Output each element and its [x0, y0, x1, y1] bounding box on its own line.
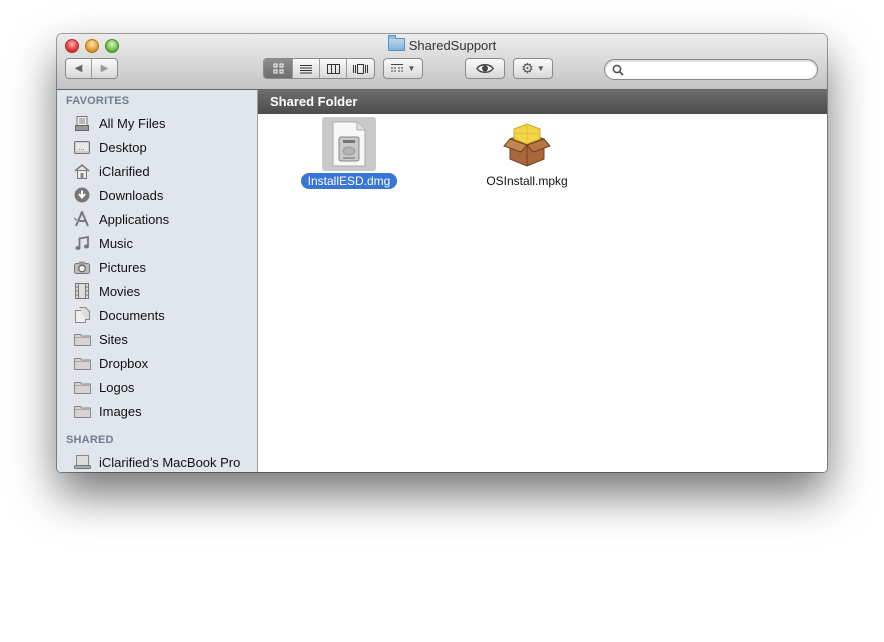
sidebar: FAVORITES All My Files Desktop iClarifie… — [57, 90, 258, 472]
sidebar-item-label: All My Files — [99, 115, 166, 131]
folder-icon — [73, 331, 91, 347]
path-bar: Shared Folder — [258, 90, 827, 114]
folder-icon — [73, 355, 91, 371]
sidebar-item-macbook-pro[interactable]: iClarified’s MacBook Pro — [73, 451, 253, 472]
sidebar-item-label: Dropbox — [99, 355, 149, 371]
sidebar-item-label: Movies — [99, 283, 141, 299]
cover-flow-view-button[interactable] — [347, 59, 374, 78]
quick-look-button[interactable] — [465, 58, 505, 79]
grid-icon — [273, 63, 283, 74]
shared-header: SHARED — [66, 434, 114, 446]
file-thumbnail — [500, 117, 554, 171]
sidebar-item-label: Pictures — [99, 259, 146, 275]
folder-icon — [387, 35, 405, 51]
back-button[interactable]: ◀ — [66, 59, 92, 78]
sidebar-item-images[interactable]: Images — [73, 400, 253, 422]
title-bar: SharedSupport ◀ ▶ ▼ ⚙ ▼ — [57, 34, 827, 90]
sidebar-item-iclarified[interactable]: iClarified — [73, 160, 253, 182]
list-view-button[interactable] — [293, 59, 320, 78]
sidebar-item-label: iClarified — [99, 163, 150, 179]
eye-icon — [476, 64, 494, 73]
chevron-down-icon: ▼ — [407, 64, 416, 73]
laptop-icon — [73, 454, 91, 470]
action-button[interactable]: ⚙ ▼ — [513, 58, 553, 79]
disk-image-icon — [332, 121, 366, 167]
sidebar-item-movies[interactable]: Movies — [73, 280, 253, 302]
package-icon — [503, 123, 551, 167]
column-view-button[interactable] — [320, 59, 347, 78]
arrange-icon — [390, 64, 403, 72]
forward-button[interactable]: ▶ — [92, 59, 117, 78]
file-item-osinstall[interactable]: OSInstall.mpkg — [472, 117, 582, 190]
back-forward-control: ◀ ▶ — [65, 58, 118, 79]
finder-window: SharedSupport ◀ ▶ ▼ ⚙ ▼ FAVORITES All My… — [57, 34, 827, 472]
sidebar-item-sites[interactable]: Sites — [73, 328, 253, 350]
home-icon — [73, 163, 91, 179]
back-arrow-icon: ◀ — [74, 63, 83, 74]
applications-icon — [73, 211, 91, 227]
search-icon — [612, 64, 624, 76]
sidebar-item-label: Music — [99, 235, 133, 251]
downloads-icon — [73, 187, 91, 203]
sidebar-item-label: Desktop — [99, 139, 147, 155]
sidebar-item-label: Images — [99, 403, 142, 419]
window-title: SharedSupport — [57, 35, 827, 53]
favorites-header: FAVORITES — [66, 95, 130, 107]
camera-icon — [73, 259, 91, 275]
icon-view-button[interactable] — [264, 59, 293, 78]
sidebar-item-label: Sites — [99, 331, 128, 347]
chevron-down-icon: ▼ — [536, 64, 545, 73]
search-field[interactable] — [604, 59, 818, 80]
all-files-icon — [73, 115, 91, 131]
sidebar-item-downloads[interactable]: Downloads — [73, 184, 253, 206]
desktop-icon — [73, 139, 91, 155]
sidebar-item-dropbox[interactable]: Dropbox — [73, 352, 253, 374]
documents-icon — [73, 307, 91, 323]
sidebar-item-label: Downloads — [99, 187, 164, 203]
file-name: InstallESD.dmg — [300, 173, 398, 189]
sidebar-item-label: Logos — [99, 379, 135, 395]
sidebar-item-pictures[interactable]: Pictures — [73, 256, 253, 278]
columns-icon — [326, 63, 340, 74]
sidebar-item-label: iClarified’s MacBook Pro — [99, 454, 241, 470]
sidebar-item-all-my-files[interactable]: All My Files — [73, 112, 253, 134]
sidebar-item-documents[interactable]: Documents — [73, 304, 253, 326]
file-name: OSInstall.mpkg — [486, 174, 568, 188]
list-icon — [300, 64, 312, 73]
folder-icon — [73, 379, 91, 395]
file-thumbnail — [322, 117, 376, 171]
folder-icon — [73, 403, 91, 419]
arrange-button[interactable]: ▼ — [383, 58, 423, 79]
window-title-text: SharedSupport — [408, 38, 497, 53]
sidebar-item-logos[interactable]: Logos — [73, 376, 253, 398]
film-icon — [73, 283, 91, 299]
forward-arrow-icon: ▶ — [100, 63, 109, 74]
search-input[interactable] — [627, 62, 811, 79]
sidebar-item-music[interactable]: Music — [73, 232, 253, 254]
sidebar-item-label: Documents — [99, 307, 165, 323]
view-mode-control — [263, 58, 375, 79]
file-icon-view: InstallESD.dmg OSInstall.mpkg — [258, 114, 827, 472]
file-item-installesd[interactable]: InstallESD.dmg — [294, 117, 404, 190]
gear-icon: ⚙ — [521, 60, 534, 76]
sidebar-item-applications[interactable]: Applications — [73, 208, 253, 230]
sidebar-item-desktop[interactable]: Desktop — [73, 136, 253, 158]
sidebar-item-label: Applications — [99, 211, 170, 227]
music-icon — [73, 235, 91, 251]
coverflow-icon — [353, 63, 368, 74]
